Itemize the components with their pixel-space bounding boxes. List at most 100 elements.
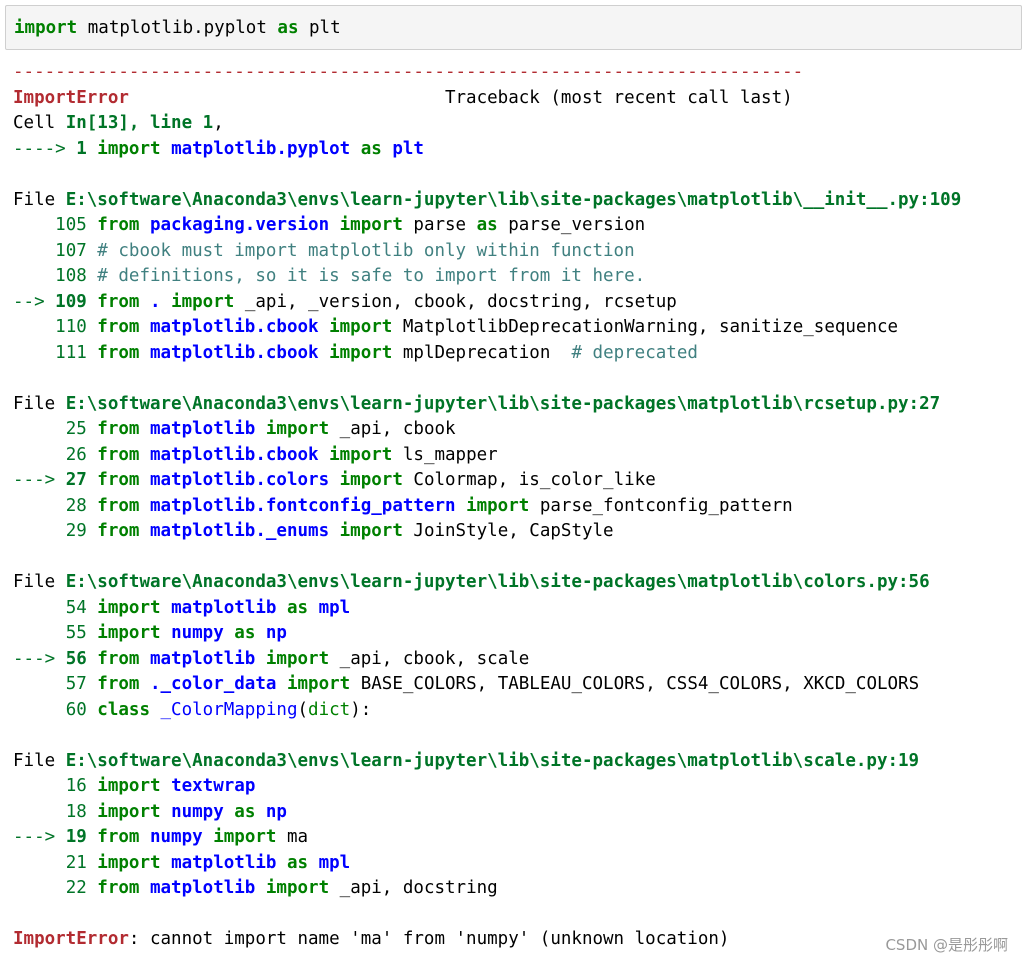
traceback-label: Traceback (most recent call last)	[444, 87, 793, 108]
code-token: import	[86, 623, 161, 643]
line-number: 111	[55, 342, 87, 363]
code-line: 26 from matplotlib.cbook import ls_mappe…	[13, 443, 1018, 469]
file-path-link[interactable]: E:\software\Anaconda3\envs\learn-jupyter…	[66, 751, 919, 771]
line-gutter	[13, 878, 66, 898]
current-code-line: ---> 27 from matplotlib.colors import Co…	[13, 468, 1018, 494]
code-token: from	[86, 419, 140, 439]
line-gutter	[13, 317, 55, 337]
line-gutter	[13, 802, 66, 822]
frame-file-line: File E:\software\Anaconda3\envs\learn-ju…	[13, 570, 1018, 596]
code-line: 16 import textwrap	[13, 774, 1018, 800]
code-token: packaging.version	[139, 215, 330, 235]
alias-name: plt	[381, 138, 424, 159]
line-number: 25	[65, 419, 87, 439]
current-code-line: --> 109 from . import _api, _version, cb…	[13, 290, 1018, 316]
code-token: class	[86, 699, 150, 720]
file-path-link[interactable]: E:\software\Anaconda3\envs\learn-jupyter…	[66, 572, 930, 592]
code-token: as	[223, 801, 256, 822]
code-token: _api, cbook, scale	[329, 648, 530, 669]
module-name: matplotlib.pyplot	[160, 138, 351, 159]
code-token: as	[276, 597, 309, 618]
code-token: matplotlib.cbook	[139, 444, 319, 465]
code-token: parse_version	[497, 215, 646, 235]
code-token: (	[297, 699, 309, 720]
line-number: 54	[65, 597, 87, 618]
line-number: 19	[65, 827, 87, 847]
code-token: import	[329, 215, 403, 235]
file-prefix: File	[13, 189, 66, 210]
current-code-line: ---> 56 from matplotlib import _api, cbo…	[13, 647, 1018, 673]
code-token: from	[86, 317, 140, 337]
line-gutter	[13, 853, 66, 873]
code-token: from	[86, 470, 140, 490]
code-token: _api, docstring	[329, 878, 498, 898]
code-token: import	[255, 878, 330, 898]
line-gutter	[13, 445, 66, 465]
code-token: _api, _version, cbook, docstring, rcsetu…	[234, 291, 677, 312]
code-token: from	[86, 215, 140, 235]
code-token: .	[139, 291, 161, 312]
code-token: textwrap	[160, 776, 256, 796]
current-line-arrow: -->	[13, 291, 56, 312]
line-number: 60	[65, 699, 87, 720]
line-number: 28	[65, 495, 87, 516]
line-number: 16	[65, 776, 87, 796]
file-path-link[interactable]: E:\software\Anaconda3\envs\learn-jupyter…	[66, 394, 940, 414]
code-token: matplotlib	[139, 419, 256, 439]
code-token: from	[86, 521, 140, 541]
code-input-line[interactable]: import matplotlib.pyplot as plt	[14, 16, 341, 42]
code-token: dict	[308, 699, 351, 720]
code-token: matplotlib	[139, 648, 256, 669]
line-number: 107	[55, 240, 87, 261]
code-line: 55 import numpy as np	[13, 621, 1018, 647]
code-input-cell[interactable]: import matplotlib.pyplot as plt	[5, 5, 1022, 50]
code-token: from	[86, 878, 140, 898]
traceback-header: ImportError Traceback (most recent call …	[13, 86, 1018, 112]
code-token: # deprecated	[571, 342, 698, 363]
line-gutter	[13, 598, 66, 618]
cell-ref-link[interactable]: In[13], line 1	[66, 113, 214, 133]
code-line: 21 import matplotlib as mpl	[13, 851, 1018, 877]
code-line: 18 import numpy as np	[13, 800, 1018, 826]
code-line: 110 from matplotlib.cbook import Matplot…	[13, 315, 1018, 341]
frame-file-line: File E:\software\Anaconda3\envs\learn-ju…	[13, 392, 1018, 418]
code-token: matplotlib.colors	[139, 470, 330, 490]
code-token: ._color_data	[139, 674, 277, 694]
code-token: np	[255, 801, 287, 822]
code-token: from	[86, 674, 140, 694]
line-number: 57	[65, 674, 87, 694]
line-number: 55	[65, 623, 87, 643]
line-gutter	[13, 241, 55, 261]
code-token: numpy	[139, 827, 203, 847]
code-token: matplotlib	[160, 597, 277, 618]
final-error-type: ImportError	[13, 929, 129, 949]
code-line: 60 class _ColorMapping(dict):	[13, 698, 1018, 724]
code-token: from	[86, 342, 140, 363]
cell-code-line: ----> 1 import matplotlib.pyplot as plt	[13, 137, 1018, 163]
code-line: 111 from matplotlib.cbook import mplDepr…	[13, 341, 1018, 367]
line-number: 105	[55, 215, 87, 235]
code-line: 105 from packaging.version import parse …	[13, 213, 1018, 239]
code-token: JoinStyle, CapStyle	[402, 521, 614, 541]
code-token: import	[455, 495, 530, 516]
cell-output: ----------------------------------------…	[13, 60, 1018, 953]
keyword-as: as	[350, 138, 382, 159]
line-gutter	[13, 700, 66, 720]
code-token: from	[86, 827, 140, 847]
code-token: matplotlib	[139, 878, 256, 898]
file-path-link[interactable]: E:\software\Anaconda3\envs\learn-jupyter…	[66, 190, 962, 210]
header-spacer	[129, 88, 445, 108]
code-line: 107 # cbook must import matplotlib only …	[13, 239, 1018, 265]
code-token: # cbook must import matplotlib only with…	[86, 240, 635, 261]
code-token: _api, cbook	[329, 419, 456, 439]
code-token: from	[86, 495, 140, 516]
code-token: parse	[402, 215, 477, 235]
current-line-arrow: --->	[13, 470, 66, 490]
line-gutter	[13, 266, 55, 286]
line-gutter	[13, 496, 66, 516]
code-token: numpy	[160, 623, 224, 643]
code-token: import	[86, 852, 161, 873]
